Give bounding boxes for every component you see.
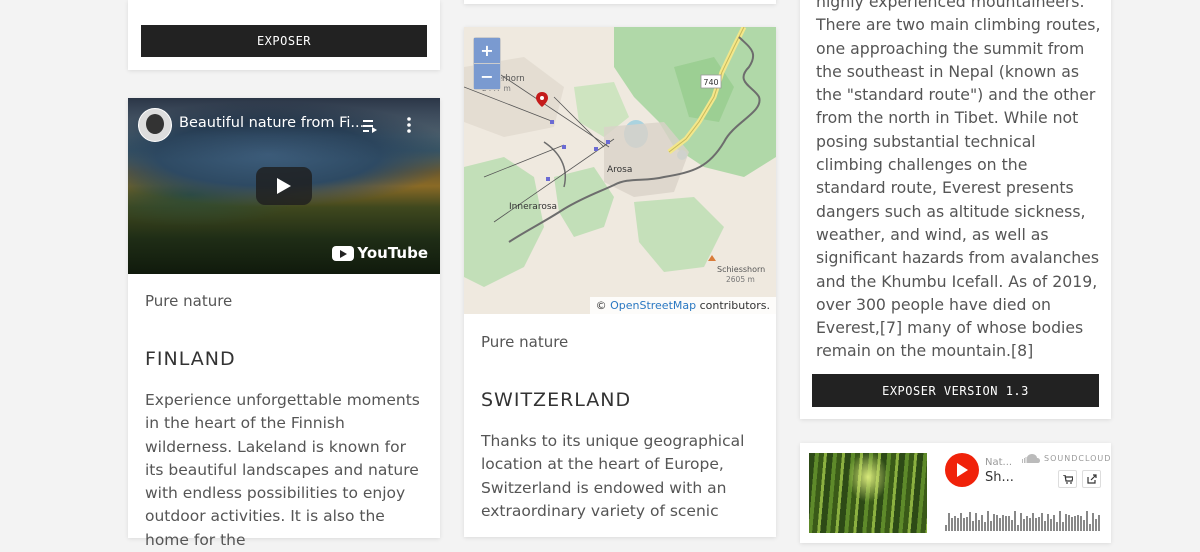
waveform-bar: [1011, 520, 1013, 531]
youtube-logo[interactable]: YouTube: [332, 244, 428, 262]
playlist-add-icon[interactable]: [363, 119, 379, 133]
waveform-bar: [984, 521, 986, 531]
waveform-bar: [1056, 522, 1058, 531]
map-tiles: 740 Bergerhorn 2447 m: [464, 27, 776, 314]
share-icon: [1086, 474, 1097, 484]
channel-avatar[interactable]: [138, 108, 172, 142]
map-zoom-control: + −: [473, 37, 501, 90]
video-title[interactable]: Beautiful nature from Fi...: [179, 115, 364, 131]
card-top-left: EXPOSER: [128, 0, 440, 70]
openstreetmap-link[interactable]: OpenStreetMap: [610, 299, 696, 312]
buy-button[interactable]: [1058, 470, 1077, 488]
card-text-switzerland: Thanks to its unique geographical locati…: [481, 432, 745, 520]
waveform-bar: [1098, 515, 1100, 531]
play-icon: [277, 178, 291, 194]
waveform-bar: [1065, 514, 1067, 531]
waveform-bar: [972, 521, 974, 531]
waveform-bar: [981, 515, 983, 531]
soundcloud-waveform[interactable]: [945, 501, 1101, 531]
waveform-bar: [1008, 515, 1010, 531]
waveform-bar: [1014, 511, 1016, 531]
soundcloud-play-button[interactable]: [945, 453, 979, 487]
waveform-bar: [969, 512, 971, 531]
waveform-bar: [966, 516, 968, 531]
youtube-player[interactable]: Beautiful nature from Fi... YouTube: [128, 98, 440, 274]
waveform-bar: [1002, 515, 1004, 531]
soundcloud-track-title[interactable]: Sh...: [985, 470, 1014, 485]
map-zoom-out-button[interactable]: −: [474, 63, 500, 89]
map-road-label: 740: [703, 78, 718, 87]
play-icon: [957, 463, 968, 477]
youtube-play-mark-icon: [332, 245, 355, 261]
soundcloud-artist[interactable]: Nat...: [985, 457, 1012, 468]
waveform-bar: [978, 519, 980, 531]
cart-icon: [1062, 474, 1073, 484]
waveform-bar: [1005, 515, 1007, 531]
map-peak-right-altitude: 2605 m: [726, 275, 755, 284]
waveform-bar: [1059, 511, 1061, 531]
soundcloud-widget[interactable]: Nat... Sh... SOUNDCLOUD: [800, 443, 1111, 543]
waveform-bar: [1020, 513, 1022, 531]
waveform-bar: [1038, 516, 1040, 531]
waveform-bar: [1041, 512, 1043, 531]
waveform-bar: [1095, 519, 1097, 531]
soundcloud-brand[interactable]: SOUNDCLOUD: [1022, 454, 1111, 463]
video-header: Beautiful nature from Fi...: [128, 98, 440, 142]
waveform-bar: [1026, 515, 1028, 531]
waveform-bar: [999, 517, 1001, 531]
card-title-switzerland: SWITZERLAND: [481, 389, 632, 411]
card-everest: highly experienced mountaineers. There a…: [800, 0, 1111, 419]
card-text-finland: Experience unforgettable moments in the …: [145, 391, 420, 549]
waveform-bar: [945, 525, 947, 531]
waveform-bar: [1092, 513, 1094, 531]
waveform-bar: [1083, 519, 1085, 531]
waveform-bar: [954, 515, 956, 531]
waveform-bar: [1074, 515, 1076, 531]
map-attribution: © OpenStreetMap contributors.: [589, 297, 776, 314]
waveform-bar: [1077, 515, 1079, 531]
card-title-finland: FINLAND: [145, 348, 236, 370]
soundcloud-artwork[interactable]: [809, 453, 927, 533]
waveform-bar: [1071, 517, 1073, 531]
video-play-button[interactable]: [256, 167, 312, 205]
waveform-bar: [1062, 521, 1064, 531]
waveform-bar: [1053, 515, 1055, 531]
map-view[interactable]: 740 Bergerhorn 2447 m: [464, 27, 776, 314]
soundcloud-logo-icon: [1022, 454, 1040, 463]
card-top-middle: [464, 0, 776, 4]
waveform-bar: [1032, 512, 1034, 531]
waveform-bar: [993, 514, 995, 531]
waveform-bar: [948, 513, 950, 531]
waveform-bar: [1086, 511, 1088, 531]
map-village-label: Innerarosa: [509, 202, 557, 212]
waveform-bar: [1068, 515, 1070, 531]
exposer-button[interactable]: EXPOSER: [141, 25, 427, 57]
card-subtitle-finland: Pure nature: [145, 292, 233, 310]
exposer-version-button[interactable]: EXPOSER VERSION 1.3: [812, 374, 1099, 407]
waveform-bar: [1050, 519, 1052, 531]
waveform-bar: [1017, 524, 1019, 531]
map-peak-right-label: Schiesshorn: [717, 265, 765, 274]
waveform-bar: [975, 513, 977, 531]
waveform-bar: [987, 511, 989, 531]
waveform-bar: [1080, 516, 1082, 531]
waveform-bar: [996, 515, 998, 531]
card-text-everest: highly experienced mountaineers. There a…: [816, 0, 1101, 361]
waveform-bar: [1089, 524, 1091, 531]
waveform-bar: [1047, 513, 1049, 531]
map-town-label: Arosa: [607, 165, 632, 175]
share-button[interactable]: [1082, 470, 1101, 488]
map-zoom-in-button[interactable]: +: [474, 38, 500, 63]
card-subtitle-switzerland: Pure nature: [481, 333, 569, 351]
waveform-bar: [1044, 520, 1046, 531]
waveform-bar: [990, 521, 992, 531]
youtube-wordmark: YouTube: [357, 244, 428, 262]
more-options-icon[interactable]: [406, 117, 412, 133]
waveform-bar: [960, 513, 962, 531]
